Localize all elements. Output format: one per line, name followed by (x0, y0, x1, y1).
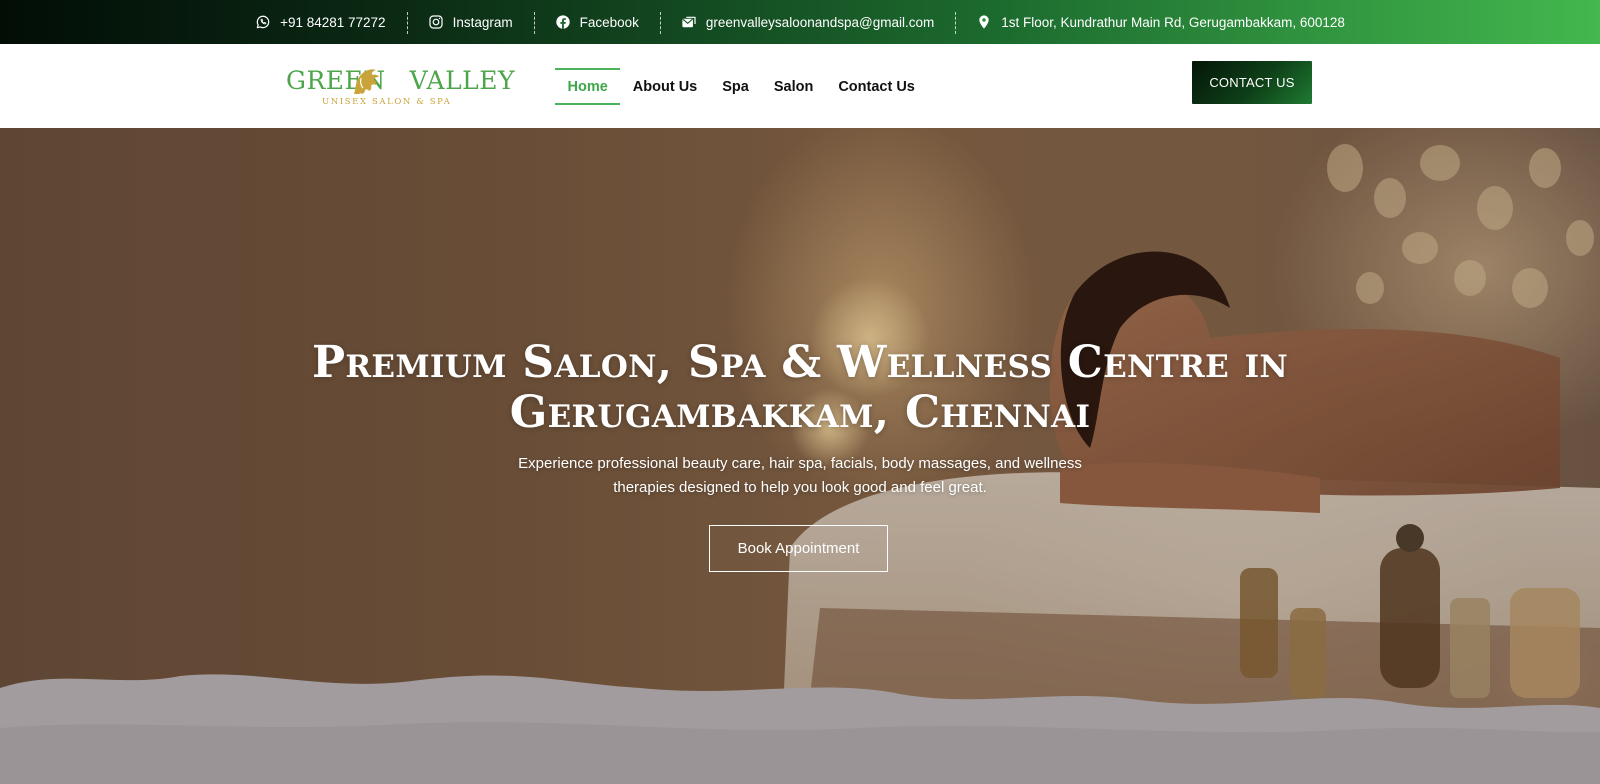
phone-number: +91 84281 77272 (280, 14, 386, 30)
hero-title: Premium Salon, Spa & Wellness Centre in … (311, 337, 1289, 438)
instagram-link[interactable]: Instagram (406, 12, 534, 34)
whatsapp-icon (255, 14, 271, 30)
instagram-label: Instagram (452, 14, 513, 30)
location-pin-icon (976, 14, 992, 30)
logo-wordmark: GREEN VALLEY (286, 66, 516, 95)
facebook-icon (555, 14, 571, 30)
site-header: GREEN VALLEY UNISEX SALON & SPA Home Abou… (0, 44, 1600, 128)
logo-face-icon (354, 69, 379, 94)
nav-contact-us[interactable]: Contact Us (826, 68, 928, 105)
site-logo[interactable]: GREEN VALLEY UNISEX SALON & SPA (286, 64, 515, 112)
contact-us-button[interactable]: CONTACT US (1192, 61, 1312, 104)
hero-subtitle: Experience professional beauty care, hai… (518, 455, 1082, 496)
email-link[interactable]: greenvalleysaloonandspa@gmail.com (659, 12, 955, 34)
nav-about-us[interactable]: About Us (620, 68, 709, 105)
address-link[interactable]: 1st Floor, Kundrathur Main Rd, Gerugamba… (955, 12, 1366, 34)
email-address: greenvalleysaloonandspa@gmail.com (705, 14, 935, 30)
address-text: 1st Floor, Kundrathur Main Rd, Gerugamba… (1001, 14, 1345, 30)
facebook-link[interactable]: Facebook (533, 12, 660, 34)
facebook-label: Facebook (579, 14, 639, 30)
nav-home[interactable]: Home (555, 68, 621, 105)
mail-icon (681, 14, 697, 30)
nav-salon[interactable]: Salon (761, 68, 825, 105)
top-contact-bar: +91 84281 77272 Instagram Facebook green… (0, 0, 1600, 44)
logo-tagline: UNISEX SALON & SPA (322, 97, 452, 107)
hero-section: Premium Salon, Spa & Wellness Centre in … (0, 128, 1600, 784)
nav-spa[interactable]: Spa (710, 68, 762, 105)
phone-link[interactable]: +91 84281 77272 (234, 14, 406, 30)
book-appointment-button[interactable]: Book Appointment (709, 525, 888, 572)
instagram-icon (428, 14, 444, 30)
main-nav: Home About Us Spa Salon Contact Us (555, 68, 927, 105)
